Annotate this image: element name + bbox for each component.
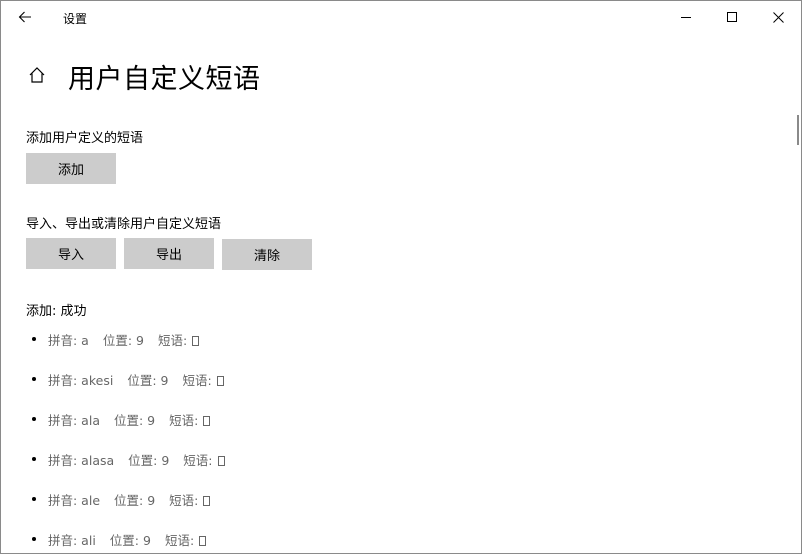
list-item: 拼音: akesi 位置: 9 短语:: [1, 370, 601, 390]
window-title: 设置: [63, 12, 88, 26]
pinyin-value: 拼音: ali: [48, 533, 96, 548]
maximize-button[interactable]: [709, 1, 755, 33]
bullet: [32, 537, 36, 541]
minimize-icon: [681, 17, 691, 18]
pinyin-value: 拼音: alasa: [48, 453, 115, 468]
list-item: 拼音: ala 位置: 9 短语:: [1, 410, 601, 430]
tofu-box-icon: [203, 416, 211, 426]
tofu-box-icon: [216, 376, 224, 386]
pinyin-value: 拼音: ale: [48, 493, 101, 508]
add-button[interactable]: 添加: [26, 153, 116, 184]
position-value: 位置: 9: [102, 333, 144, 348]
arrow-left-icon: [18, 11, 31, 23]
bullet: [32, 497, 36, 501]
scrollbar-thumb[interactable]: [797, 115, 799, 145]
bullet: [32, 337, 36, 341]
tofu-box-icon: [192, 336, 200, 346]
export-button[interactable]: 导出: [124, 238, 214, 269]
maximize-icon: [727, 12, 737, 22]
bullet: [32, 457, 36, 461]
phrase-label: 短语:: [158, 333, 188, 348]
bullet: [32, 417, 36, 421]
phrase-label: 短语:: [169, 493, 199, 508]
position-value: 位置: 9: [127, 373, 169, 388]
minimize-button[interactable]: [663, 1, 709, 33]
pinyin-value: 拼音: akesi: [48, 373, 114, 388]
pinyin-value: 拼音: a: [48, 333, 89, 348]
clear-button[interactable]: 清除: [222, 239, 312, 270]
pinyin-value: 拼音: ala: [48, 413, 100, 428]
phrase-label: 短语:: [164, 533, 195, 548]
phrase-label: 短语:: [182, 373, 212, 388]
list-item: 拼音: ali 位置: 9 短语:: [1, 530, 601, 550]
bullet: [32, 377, 36, 381]
home-icon: [29, 67, 45, 83]
tofu-box-icon: [199, 536, 207, 546]
phrase-label: 短语:: [169, 413, 199, 428]
title-bar: 设置: [1, 1, 801, 33]
list-item: 拼音: a 位置: 9 短语:: [1, 330, 601, 350]
status-text: 添加: 成功: [26, 304, 87, 319]
home-button[interactable]: [23, 61, 51, 89]
list-item: 拼音: ale 位置: 9 短语:: [1, 490, 601, 510]
position-value: 位置: 9: [109, 533, 151, 548]
list-item: 拼音: alasa 位置: 9 短语:: [1, 450, 601, 470]
close-button[interactable]: [755, 1, 801, 33]
close-icon: [772, 11, 784, 23]
position-value: 位置: 9: [114, 493, 156, 508]
settings-window: 设置 用户自定义短语 添加用户定义的短语 添加 导入、导出或清除用户自定义短语 …: [0, 0, 802, 554]
tofu-box-icon: [217, 456, 225, 466]
phrase-label: 短语:: [183, 453, 213, 468]
manage-section-label: 导入、导出或清除用户自定义短语: [26, 217, 222, 232]
tofu-box-icon: [203, 496, 211, 506]
position-value: 位置: 9: [113, 413, 156, 428]
page-title: 用户自定义短语: [68, 64, 261, 95]
back-button[interactable]: [11, 5, 39, 29]
import-button[interactable]: 导入: [26, 238, 116, 269]
position-value: 位置: 9: [128, 453, 170, 468]
add-section-label: 添加用户定义的短语: [26, 131, 144, 146]
